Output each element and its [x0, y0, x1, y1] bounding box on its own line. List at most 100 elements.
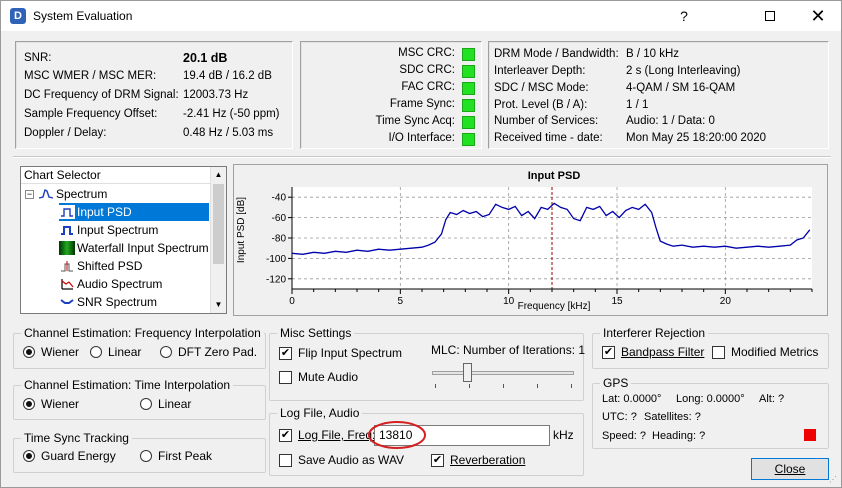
checkbox-box [279, 370, 292, 384]
doppler-label: Doppler / Delay: [24, 127, 107, 139]
tree-item-waterfall[interactable]: Waterfall Input Spectrum [59, 239, 209, 257]
x-tick-label: 20 [720, 296, 732, 307]
drm-mode-label: DRM Mode / Bandwidth: [494, 48, 619, 60]
y-tick-label: -40 [272, 193, 287, 204]
close-button[interactable]: Close [751, 458, 829, 480]
time-interp-group: Channel Estimation: Time Interpolation W… [13, 378, 266, 420]
y-tick-label: -80 [272, 234, 287, 245]
gps-group: GPS Lat: 0.0000° Long: 0.0000° Alt: ? UT… [592, 376, 829, 449]
time-wiener-radio[interactable]: Wiener [23, 397, 79, 411]
flip-spectrum-checkbox[interactable]: ✔ Flip Input Spectrum [279, 346, 402, 360]
slider-tick [571, 384, 572, 388]
time-interp-title: Channel Estimation: Time Interpolation [21, 378, 234, 392]
msc-crc-led [462, 48, 475, 61]
x-tick-label: 0 [289, 296, 295, 307]
save-audio-label: Save Audio as WAV [298, 453, 405, 467]
log-file-label: Log File, Freq: [298, 428, 376, 442]
fac-crc-led [462, 82, 475, 95]
freq-dft-label: DFT Zero Pad. [178, 345, 258, 359]
interferer-title: Interferer Rejection [600, 326, 709, 340]
help-button[interactable]: ? [661, 1, 707, 31]
x-tick-label: 15 [611, 296, 623, 307]
misc-settings-group: Misc Settings ✔ Flip Input Spectrum Mute … [269, 326, 585, 401]
checkbox-box: ✔ [279, 428, 292, 442]
log-file-checkbox[interactable]: ✔ Log File, Freq: [279, 428, 375, 442]
audio-spectrum-icon [59, 277, 75, 291]
reverberation-checkbox[interactable]: ✔ Reverberation [431, 453, 525, 467]
dc-freq-value: 12003.73 Hz [183, 89, 249, 101]
audio-spectrum-label: Audio Spectrum [77, 277, 163, 291]
modified-metrics-checkbox[interactable]: Modified Metrics [712, 345, 818, 359]
waterfall-label: Waterfall Input Spectrum [77, 241, 209, 255]
radio-dot [160, 346, 172, 358]
tree-scrollbar[interactable]: ▲ ▼ [210, 167, 226, 313]
input-psd-label: Input PSD [77, 205, 132, 219]
annotation-ellipse [368, 421, 426, 449]
first-peak-radio[interactable]: First Peak [140, 449, 212, 463]
scroll-up-arrow[interactable]: ▲ [211, 167, 226, 183]
io-interface-label: I/O Interface: [388, 132, 455, 144]
sample-offset-value: -2.41 Hz (-50 ppm) [183, 108, 280, 120]
guard-energy-radio[interactable]: Guard Energy [23, 449, 116, 463]
tree-item-snr-spectrum[interactable]: SNR Spectrum [59, 293, 157, 311]
flip-spectrum-label: Flip Input Spectrum [298, 346, 403, 360]
freq-linear-radio[interactable]: Linear [90, 345, 141, 359]
chart-selector-tree[interactable]: Chart Selector − Spectrum Input PSD Inpu… [20, 166, 227, 314]
maximize-button[interactable] [747, 1, 793, 31]
collapse-icon[interactable]: − [25, 189, 34, 199]
time-wiener-label: Wiener [41, 397, 80, 411]
crc-panel: MSC CRC: SDC CRC: FAC CRC: Frame Sync: T… [300, 41, 482, 149]
scroll-down-arrow[interactable]: ▼ [211, 297, 226, 313]
bandpass-checkbox[interactable]: ✔ Bandpass Filter [602, 345, 704, 359]
mlc-slider-track[interactable] [432, 371, 574, 375]
services-label: Number of Services: [494, 115, 599, 127]
slider-tick [469, 384, 470, 388]
freq-unit-label: kHz [553, 428, 574, 442]
slider-tick [537, 384, 538, 388]
tree-item-input-psd[interactable]: Input PSD [59, 203, 209, 221]
time-sync-label: Time Sync Acq: [375, 115, 455, 127]
mute-audio-checkbox[interactable]: Mute Audio [279, 370, 358, 384]
title-bar[interactable]: D System Evaluation ? ✕ [1, 1, 841, 31]
resize-grip[interactable]: ⋰ [829, 476, 839, 486]
waterfall-icon [59, 241, 75, 255]
tree-node-spectrum[interactable]: − Spectrum [25, 185, 107, 203]
save-audio-checkbox[interactable]: Save Audio as WAV [279, 453, 404, 467]
tree-item-audio-spectrum[interactable]: Audio Spectrum [59, 275, 162, 293]
gps-alt: Alt: ? [759, 393, 785, 405]
mute-audio-label: Mute Audio [298, 370, 359, 384]
freq-interp-group: Channel Estimation: Frequency Interpolat… [13, 326, 266, 369]
close-window-button[interactable]: ✕ [795, 1, 841, 31]
x-tick-label: 5 [398, 296, 404, 307]
x-tick-label: 10 [503, 296, 515, 307]
gps-utc: UTC: ? [602, 411, 637, 423]
interleaver-value: 2 s (Long Interleaving) [626, 65, 741, 77]
freq-dft-radio[interactable]: DFT Zero Pad. [160, 345, 257, 359]
tree-item-shifted-psd[interactable]: Shifted PSD [59, 257, 142, 275]
sdc-msc-mode-value: 4-QAM / SM 16-QAM [626, 82, 736, 94]
bandpass-label: Bandpass Filter [621, 345, 705, 359]
psd-plot: Input PSD Input PSD [dB] Frequency [kHz]… [236, 170, 813, 312]
tree-item-input-spectrum[interactable]: Input Spectrum [59, 221, 158, 239]
gps-status-indicator [804, 429, 816, 441]
time-linear-label: Linear [158, 397, 192, 411]
gps-title: GPS [600, 376, 632, 390]
msc-crc-label: MSC CRC: [398, 47, 455, 59]
window-title: System Evaluation [33, 9, 133, 23]
freq-wiener-radio[interactable]: Wiener [23, 345, 79, 359]
gps-long: Long: 0.0000° [676, 393, 745, 405]
mlc-slider-thumb[interactable] [463, 363, 472, 382]
interleaver-label: Interleaver Depth: [494, 65, 586, 77]
system-evaluation-window: D System Evaluation ? ✕ SNR: MSC WMER / … [0, 0, 842, 488]
shifted-psd-label: Shifted PSD [77, 259, 143, 273]
y-tick-label: -60 [272, 213, 287, 224]
time-sync-group: Time Sync Tracking Guard Energy First Pe… [13, 431, 266, 473]
prot-level-value: 1 / 1 [626, 99, 649, 111]
freq-linear-label: Linear [108, 345, 142, 359]
time-linear-radio[interactable]: Linear [140, 397, 191, 411]
scroll-thumb[interactable] [213, 184, 224, 264]
y-tick-label: -100 [266, 254, 286, 265]
guard-energy-label: Guard Energy [41, 449, 116, 463]
snr-spectrum-icon [59, 295, 75, 309]
sdc-crc-label: SDC CRC: [399, 64, 455, 76]
